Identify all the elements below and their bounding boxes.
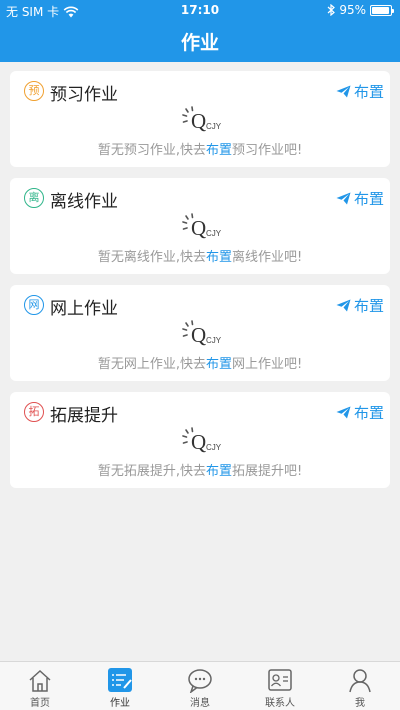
preview-homework-card: 预 预习作业 布置 Q CJY 暂无预习作业,快去布置预习作业吧! [10, 71, 390, 167]
home-icon [29, 669, 51, 692]
offline-homework-empty-message: 暂无离线作业,快去布置离线作业吧! [10, 246, 390, 265]
assign-label: 布置 [353, 297, 384, 315]
qcjy-logo-icon: Q CJY [182, 320, 222, 346]
online-homework-assign-button[interactable]: 布置 [336, 295, 384, 316]
extension-homework-empty-message: 暂无拓展提升,快去布置拓展提升吧! [10, 460, 390, 479]
assign-label: 布置 [353, 190, 384, 208]
svg-text:CJY: CJY [206, 336, 222, 345]
tab-label: 我 [355, 698, 365, 709]
empty-prefix: 暂无离线作业,快去 [97, 250, 206, 265]
extension-homework-assign-button[interactable]: 布置 [336, 402, 384, 423]
preview-homework-empty-message: 暂无预习作业,快去布置预习作业吧! [10, 139, 390, 158]
svg-text:Q: Q [191, 216, 206, 239]
assign-link[interactable]: 布置 [206, 250, 232, 265]
bluetooth-icon [327, 4, 336, 16]
empty-suffix: 拓展提升吧! [231, 464, 303, 479]
message-icon [188, 669, 212, 693]
assign-link[interactable]: 布置 [206, 464, 232, 479]
extension-homework-badge-icon: 拓 [24, 402, 44, 422]
homework-icon [108, 668, 132, 692]
battery-icon [370, 4, 394, 16]
svg-text:Q: Q [191, 109, 206, 132]
online-homework-card: 网 网上作业 布置 Q CJY 暂无网上作业,快去布置网上作业吧! [10, 285, 390, 381]
tab-bar: 首页 作业 消息 联系人 我 [0, 661, 400, 710]
profile-icon [349, 669, 371, 693]
empty-prefix: 暂无拓展提升,快去 [97, 464, 206, 479]
empty-prefix: 暂无网上作业,快去 [97, 357, 206, 372]
empty-suffix: 离线作业吧! [231, 250, 303, 265]
offline-homework-assign-button[interactable]: 布置 [336, 188, 384, 209]
extension-homework-card: 拓 拓展提升 布置 Q CJY 暂无拓展提升,快去布置拓展提升吧! [10, 392, 390, 488]
extension-homework-title: 拓展提升 [50, 406, 118, 426]
assign-label: 布置 [353, 83, 384, 101]
tab-messages[interactable]: 消息 [160, 662, 240, 710]
preview-homework-badge-icon: 预 [24, 81, 44, 101]
assign-link[interactable]: 布置 [206, 143, 232, 158]
tab-label: 联系人 [265, 698, 295, 709]
offline-homework-card: 离 离线作业 布置 Q CJY 暂无离线作业,快去布置离线作业吧! [10, 178, 390, 274]
app-header: 无 SIM 卡 17:10 95% 作业 [0, 0, 400, 62]
send-icon [336, 192, 351, 205]
battery-fill [372, 6, 390, 14]
empty-suffix: 网上作业吧! [231, 357, 303, 372]
empty-suffix: 预习作业吧! [231, 143, 303, 158]
homework-list: 预 预习作业 布置 Q CJY 暂无预习作业,快去布置预习作业吧! 离 离线作业 [10, 71, 390, 499]
svg-text:Q: Q [191, 430, 206, 453]
tab-label: 首页 [30, 698, 50, 709]
assign-link[interactable]: 布置 [206, 357, 232, 372]
battery-percent: 95% [339, 3, 366, 17]
offline-homework-badge-icon: 离 [24, 188, 44, 208]
svg-text:CJY: CJY [206, 122, 222, 131]
online-homework-empty-message: 暂无网上作业,快去布置网上作业吧! [10, 353, 390, 372]
status-bar: 无 SIM 卡 17:10 95% [0, 0, 400, 20]
svg-text:CJY: CJY [206, 229, 222, 238]
status-right: 95% [327, 3, 394, 17]
empty-prefix: 暂无预习作业,快去 [97, 143, 206, 158]
svg-text:Q: Q [191, 323, 206, 346]
qcjy-logo-icon: Q CJY [182, 106, 222, 132]
tab-homework[interactable]: 作业 [80, 662, 160, 710]
tab-label: 作业 [110, 698, 130, 709]
tab-label: 消息 [190, 698, 210, 709]
contacts-icon [268, 669, 292, 691]
qcjy-logo-icon: Q CJY [182, 213, 222, 239]
tab-contacts[interactable]: 联系人 [240, 662, 320, 710]
svg-text:CJY: CJY [206, 443, 222, 452]
send-icon [336, 85, 351, 98]
qcjy-logo-icon: Q CJY [182, 427, 222, 453]
assign-label: 布置 [353, 404, 384, 422]
online-homework-title: 网上作业 [50, 299, 118, 319]
online-homework-badge-icon: 网 [24, 295, 44, 315]
tab-home[interactable]: 首页 [0, 662, 80, 710]
offline-homework-title: 离线作业 [50, 192, 118, 212]
page-title: 作业 [180, 32, 219, 54]
preview-homework-title: 预习作业 [50, 85, 118, 105]
preview-homework-assign-button[interactable]: 布置 [336, 81, 384, 102]
send-icon [336, 406, 351, 419]
send-icon [336, 299, 351, 312]
tab-me[interactable]: 我 [320, 662, 400, 710]
